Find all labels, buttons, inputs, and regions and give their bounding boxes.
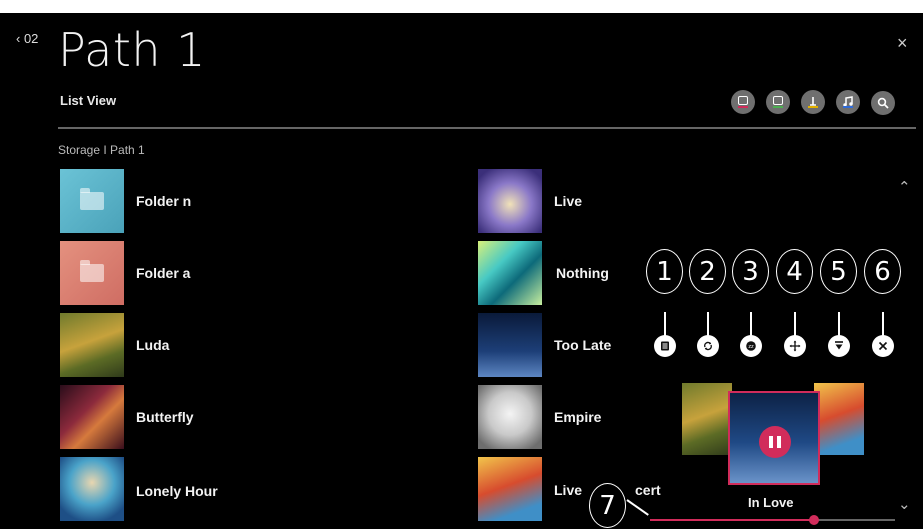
list-item-label: Empire	[554, 409, 602, 425]
list-item[interactable]: Too Late	[478, 312, 638, 378]
minimize-icon	[835, 341, 843, 350]
image-thumbnail	[478, 241, 542, 305]
search-icon	[877, 97, 889, 109]
list-item[interactable]: Folder n	[58, 168, 438, 234]
media-button[interactable]	[731, 90, 755, 114]
next-track-thumbnail[interactable]	[814, 383, 864, 455]
close-icon	[878, 341, 888, 351]
callout-6: 6	[864, 249, 901, 294]
image-thumbnail	[478, 385, 542, 449]
move-button[interactable]	[784, 335, 806, 357]
image-thumbnail	[60, 385, 124, 449]
progress-knob[interactable]	[809, 515, 819, 525]
list-item[interactable]: Luda	[58, 312, 438, 378]
callout-5: 5	[820, 249, 857, 294]
callout-3: 3	[732, 249, 769, 294]
breadcrumb: Storage I Path 1	[58, 143, 145, 157]
progress-fill	[650, 519, 814, 521]
callout-line	[664, 312, 666, 336]
music-accent	[843, 106, 853, 108]
image-thumbnail	[60, 313, 124, 377]
list-item-label-tail: cert	[635, 482, 661, 498]
sort-accent	[808, 106, 818, 108]
trash-icon	[773, 96, 783, 105]
list-item[interactable]: Live cert	[478, 456, 678, 522]
callout-7: 7	[589, 483, 626, 528]
search-button[interactable]	[871, 91, 895, 115]
pause-button[interactable]	[759, 426, 791, 458]
list-item-label: Live	[554, 193, 583, 209]
delete-button[interactable]	[766, 90, 790, 114]
current-track-artwork[interactable]	[728, 391, 820, 485]
music-button[interactable]	[836, 90, 860, 114]
image-thumbnail	[478, 457, 542, 521]
media-icon	[738, 96, 748, 105]
callout-4: 4	[776, 249, 813, 294]
list-item[interactable]: Lonely Hour	[58, 456, 438, 522]
folder-thumbnail	[60, 169, 124, 233]
callout-line	[750, 312, 752, 336]
delete-accent	[773, 106, 783, 108]
back-button[interactable]: ‹ 02	[16, 31, 38, 46]
image-thumbnail	[478, 169, 542, 233]
list-item-label: Folder a	[136, 265, 191, 281]
music-player-screen: ‹ 02 Path 1 List View × Storage I Path 1…	[0, 13, 923, 529]
media-accent	[738, 106, 748, 108]
close-app-button[interactable]: ×	[897, 33, 908, 54]
folder-icon	[80, 260, 104, 282]
move-icon	[789, 340, 801, 352]
list-item[interactable]: Folder a	[58, 240, 438, 306]
sort-button[interactable]	[801, 90, 825, 114]
now-playing-title: In Love	[748, 495, 794, 510]
list-item-label: Too Late	[554, 337, 612, 353]
repeat-icon	[704, 341, 712, 351]
header-divider	[58, 127, 916, 129]
list-item-label: Lonely Hour	[136, 483, 218, 499]
list-item[interactable]: Empire	[478, 384, 638, 450]
playlist-icon	[661, 341, 669, 351]
sleep-timer-button[interactable]: zz	[740, 335, 762, 357]
callout-line	[838, 312, 840, 336]
pause-icon	[769, 436, 773, 448]
playlist-button[interactable]	[654, 335, 676, 357]
page-title: Path 1	[58, 23, 206, 77]
callout-line	[794, 312, 796, 336]
folder-icon	[80, 188, 104, 210]
pause-icon-bar	[777, 436, 781, 448]
list-item[interactable]: Nothing	[478, 240, 638, 306]
list-item-label: Folder n	[136, 193, 192, 209]
minimize-button[interactable]	[828, 335, 850, 357]
previous-track-thumbnail[interactable]	[682, 383, 732, 455]
callout-line	[882, 312, 884, 336]
close-player-button[interactable]	[872, 335, 894, 357]
scroll-down-button[interactable]: ⌄	[898, 495, 911, 513]
svg-text:zz: zz	[748, 344, 754, 350]
callout-line	[707, 312, 709, 336]
list-item-label: Live	[554, 482, 583, 498]
image-thumbnail	[478, 313, 542, 377]
folder-thumbnail	[60, 241, 124, 305]
repeat-button[interactable]	[697, 335, 719, 357]
list-item[interactable]: Butterfly	[58, 384, 438, 450]
scroll-up-button[interactable]: ⌃	[898, 178, 911, 196]
sleep-icon: zz	[746, 341, 756, 351]
list-item-label: Luda	[136, 337, 170, 353]
callout-1: 1	[646, 249, 683, 294]
view-mode-label[interactable]: List View	[60, 93, 116, 108]
list-item-label: Nothing	[556, 265, 609, 281]
list-item[interactable]: Live	[478, 168, 638, 234]
image-thumbnail	[60, 457, 124, 521]
list-item-label: Butterfly	[136, 409, 194, 425]
callout-2: 2	[689, 249, 726, 294]
